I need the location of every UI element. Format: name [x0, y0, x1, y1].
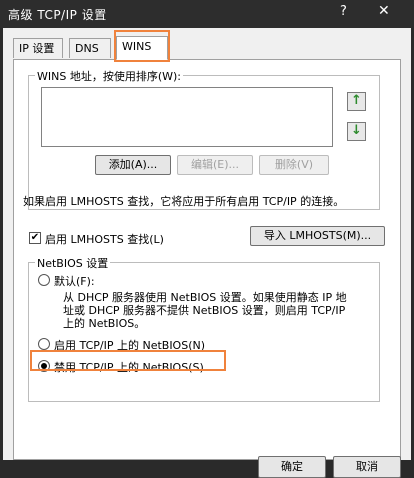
netbios-default-desc-3: 上的 NetBIOS。 [63, 317, 146, 330]
window-title: 高级 TCP/IP 设置 [8, 8, 107, 22]
wins-tab-panel: WINS 地址，按使用排序(W): ↑ ↓ 添加(A)... 编辑(E)... … [13, 59, 401, 460]
lmhosts-description: 如果启用 LMHOSTS 查找，它将应用于所有启用 TCP/IP 的连接。 [23, 195, 345, 208]
edit-button[interactable]: 编辑(E)... [177, 155, 253, 175]
title-bar: 高级 TCP/IP 设置 ? ✕ [0, 0, 414, 28]
close-icon[interactable]: ✕ [378, 3, 390, 19]
move-up-button[interactable]: ↑ [347, 92, 366, 111]
lmhosts-checkbox-label: 启用 LMHOSTS 查找(L) [45, 233, 164, 246]
help-icon[interactable]: ? [340, 4, 347, 19]
wins-address-list[interactable] [41, 87, 333, 147]
netbios-default-label: 默认(F): [54, 275, 95, 288]
arrow-up-icon: ↑ [351, 93, 362, 108]
move-down-button[interactable]: ↓ [347, 122, 366, 141]
tab-wins[interactable]: WINS [116, 36, 168, 60]
import-lmhosts-button[interactable]: 导入 LMHOSTS(M)... [250, 226, 385, 246]
netbios-group-label: NetBIOS 设置 [35, 255, 111, 271]
dialog-window: 高级 TCP/IP 设置 ? ✕ IP 设置 DNS WINS WINS 地址，… [0, 0, 414, 478]
dialog-client: IP 设置 DNS WINS WINS 地址，按使用排序(W): ↑ ↓ 添加(… [3, 28, 411, 478]
tab-dns[interactable]: DNS [69, 38, 111, 58]
tab-ip-settings[interactable]: IP 设置 [13, 38, 63, 58]
delete-button[interactable]: 删除(V) [259, 155, 329, 175]
cancel-button[interactable]: 取消 [333, 456, 401, 478]
add-button[interactable]: 添加(A)... [95, 155, 171, 175]
arrow-down-icon: ↓ [351, 123, 362, 138]
netbios-enable-label: 启用 TCP/IP 上的 NetBIOS(N) [54, 339, 206, 352]
netbios-enable-radio[interactable] [38, 338, 50, 350]
netbios-default-radio[interactable] [38, 274, 50, 286]
lmhosts-checkbox[interactable]: ✔ [29, 232, 41, 244]
ok-button[interactable]: 确定 [258, 456, 326, 478]
netbios-disable-label: 禁用 TCP/IP 上的 NetBIOS(S) [54, 361, 204, 374]
netbios-disable-radio[interactable] [38, 360, 50, 372]
checkmark-icon: ✔ [30, 232, 40, 243]
wins-address-group-label: WINS 地址，按使用排序(W): [35, 68, 183, 84]
